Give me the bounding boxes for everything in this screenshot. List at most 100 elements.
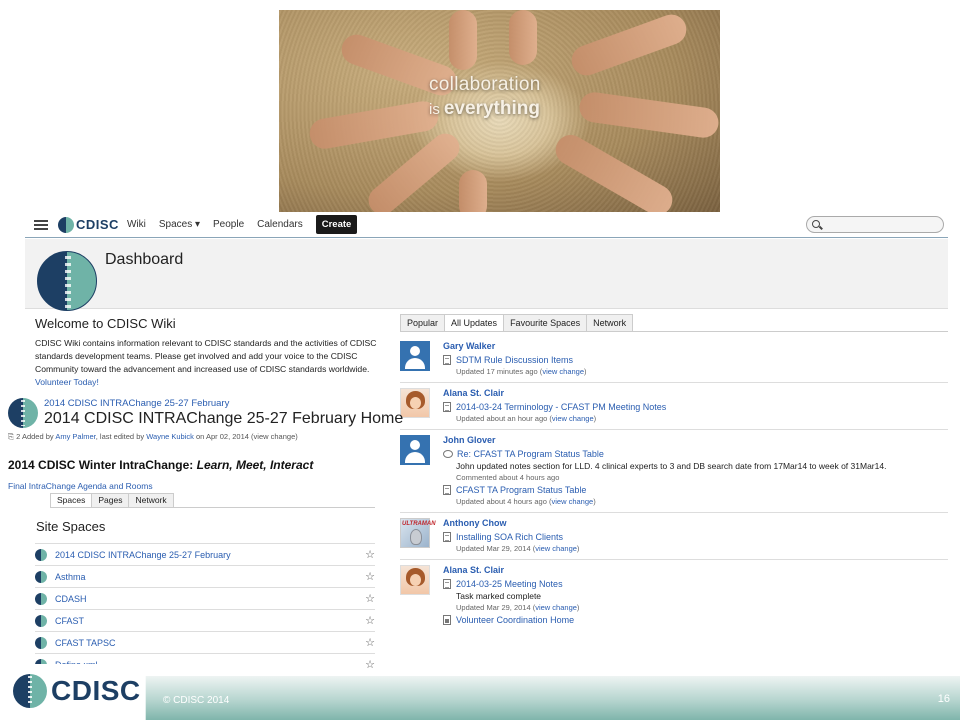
- list-item[interactable]: CFAST ☆: [35, 609, 375, 631]
- nav-wiki[interactable]: Wiki: [127, 219, 146, 230]
- updates-feed: Gary Walker SDTM Rule Discussion Items U…: [400, 336, 948, 631]
- star-icon[interactable]: ☆: [365, 570, 375, 583]
- site-spaces-list: 2014 CDISC INTRAChange 25-27 February ☆ A…: [35, 543, 375, 675]
- entry-title[interactable]: Installing SOA Rich Clients: [456, 532, 563, 542]
- star-icon[interactable]: ☆: [365, 592, 375, 605]
- star-icon[interactable]: ☆: [365, 614, 375, 627]
- space-name[interactable]: Asthma: [55, 572, 86, 582]
- feed-user[interactable]: Anthony Chow: [443, 518, 948, 528]
- footer-copyright: © CDISC 2014: [163, 695, 230, 706]
- feed-entry[interactable]: Installing SOA Rich Clients: [443, 532, 948, 542]
- intrachange-heading: 2014 CDISC Winter IntraChange: Learn, Me…: [8, 458, 313, 472]
- nav-people[interactable]: People: [213, 219, 244, 230]
- caption-collaboration: collaboration: [429, 74, 541, 95]
- view-change-link[interactable]: view change: [542, 367, 584, 376]
- avatar[interactable]: [400, 341, 430, 371]
- avatar[interactable]: ULTRAMAN: [400, 518, 436, 548]
- view-change-link[interactable]: view change: [535, 603, 577, 612]
- author-link[interactable]: Amy Palmer: [55, 432, 95, 441]
- entry-title[interactable]: 2014-03-25 Meeting Notes: [456, 579, 563, 589]
- nav-logo-text: CDISC: [76, 217, 119, 232]
- tab-pages[interactable]: Pages: [91, 493, 130, 507]
- space-name[interactable]: CDASH: [55, 594, 87, 604]
- view-change-link[interactable]: view change: [535, 544, 577, 553]
- create-button[interactable]: Create: [315, 215, 358, 234]
- caption-everything: everything: [443, 98, 540, 119]
- nav-spaces[interactable]: Spaces ▾: [159, 219, 200, 230]
- star-icon[interactable]: ☆: [365, 636, 375, 649]
- nav-calendars[interactable]: Calendars: [257, 219, 303, 230]
- view-change-link[interactable]: view change: [552, 414, 594, 423]
- feed-entry[interactable]: CFAST TA Program Status Table: [443, 485, 948, 495]
- meta-date: on Apr 02, 2014: [195, 432, 249, 441]
- page-icon: [443, 402, 451, 412]
- tab-favourite-spaces[interactable]: Favourite Spaces: [503, 314, 588, 331]
- list-item[interactable]: CDASH ☆: [35, 587, 375, 609]
- avatar[interactable]: [400, 388, 430, 418]
- entry-meta: Updated 17 minutes ago (view change): [456, 367, 587, 376]
- search-input[interactable]: [806, 216, 944, 233]
- tab-popular[interactable]: Popular: [400, 314, 446, 331]
- agenda-link[interactable]: Final IntraChange Agenda and Rooms: [8, 481, 153, 491]
- entry-meta: Updated Mar 29, 2014 (view change): [456, 603, 580, 612]
- list-item[interactable]: CFAST TAPSC ☆: [35, 631, 375, 653]
- intrachange-page-title: 2014 CDISC INTRAChange 25-27 February Ho…: [44, 410, 404, 427]
- entry-title[interactable]: 2014-03-24 Terminology - CFAST PM Meetin…: [456, 402, 666, 412]
- cdisc-nav-logo[interactable]: CDISC: [58, 216, 119, 233]
- feed-user[interactable]: Alana St. Clair: [443, 565, 948, 575]
- feed-user[interactable]: Alana St. Clair: [443, 388, 948, 398]
- feed-entry[interactable]: 2014-03-25 Meeting Notes: [443, 579, 948, 589]
- hamburger-menu-icon[interactable]: [34, 218, 48, 232]
- avatar[interactable]: [400, 435, 430, 465]
- space-name[interactable]: 2014 CDISC INTRAChange 25-27 February: [55, 550, 231, 560]
- welcome-body: CDISC Wiki contains information relevant…: [35, 338, 377, 374]
- meta-view-change[interactable]: (view change): [251, 432, 298, 441]
- entry-title[interactable]: CFAST TA Program Status Table: [456, 485, 586, 495]
- space-name[interactable]: CFAST TAPSC: [55, 638, 116, 648]
- star-icon[interactable]: ☆: [365, 548, 375, 561]
- feed-entry[interactable]: Volunteer Coordination Home: [443, 615, 948, 625]
- tab-spaces[interactable]: Spaces: [50, 493, 93, 507]
- hero-caption: collaboration is everything: [429, 74, 579, 120]
- feed-entry[interactable]: SDTM Rule Discussion Items: [443, 355, 948, 365]
- feed-entry[interactable]: 2014-03-24 Terminology - CFAST PM Meetin…: [443, 402, 948, 412]
- spaces-tabs: Spaces Pages Network: [50, 493, 375, 508]
- view-change-link[interactable]: view change: [552, 497, 594, 506]
- search-icon: [812, 220, 820, 228]
- feed-user[interactable]: Gary Walker: [443, 341, 948, 351]
- volunteer-link[interactable]: Volunteer Today!: [35, 377, 99, 387]
- list-item[interactable]: 2014 CDISC INTRAChange 25-27 February ☆: [35, 543, 375, 565]
- tab-all-updates[interactable]: All Updates: [444, 314, 505, 331]
- editor-link[interactable]: Wayne Kubick: [146, 432, 194, 441]
- hand-shape: [449, 10, 477, 70]
- page-icon: [443, 579, 451, 589]
- space-name[interactable]: CFAST: [55, 616, 84, 626]
- tab-network[interactable]: Network: [586, 314, 634, 331]
- tab-spaces-network[interactable]: Network: [128, 493, 174, 507]
- attachment-count[interactable]: 2: [16, 432, 20, 441]
- star-icon[interactable]: ☆: [365, 658, 375, 671]
- entry-title[interactable]: Volunteer Coordination Home: [456, 615, 574, 625]
- feed-entry[interactable]: Re: CFAST TA Program Status Table: [443, 449, 948, 459]
- ultraman-face-icon: [410, 529, 422, 545]
- updates-tabs: Popular All Updates Favourite Spaces Net…: [400, 314, 948, 332]
- entry-title[interactable]: Re: CFAST TA Program Status Table: [457, 449, 604, 459]
- avatar[interactable]: [400, 565, 430, 595]
- feed-user[interactable]: John Glover: [443, 435, 948, 445]
- site-spaces-title: Site Spaces: [36, 519, 106, 534]
- space-icon: [35, 614, 47, 627]
- attachment-icon[interactable]: ⎘: [8, 432, 14, 441]
- list-item[interactable]: Asthma ☆: [35, 565, 375, 587]
- slide-page-number: 16: [937, 693, 950, 705]
- avatar-text: ULTRAMAN: [402, 521, 436, 527]
- page-title: Dashboard: [105, 251, 184, 268]
- breadcrumb[interactable]: 2014 CDISC INTRAChange 25-27 February: [44, 398, 229, 409]
- cdisc-logo-icon: [13, 674, 47, 708]
- entry-title[interactable]: SDTM Rule Discussion Items: [456, 355, 573, 365]
- footer-cdisc-logo: CDISC: [13, 674, 141, 708]
- caption-is-everything: is everything: [429, 98, 579, 120]
- page-icon: [443, 355, 451, 365]
- collaboration-hero-image: collaboration is everything: [279, 10, 720, 213]
- intrachange-logo-icon: [8, 398, 38, 428]
- comment-icon: [443, 450, 453, 458]
